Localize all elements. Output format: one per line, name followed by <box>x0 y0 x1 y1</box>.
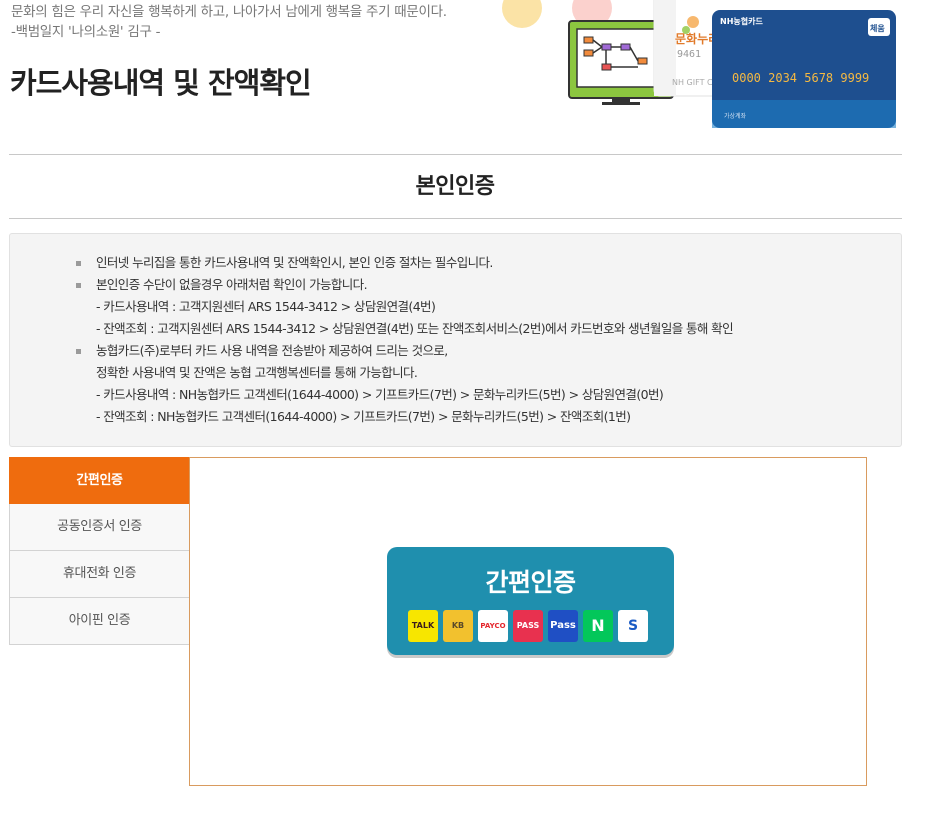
card-front: NH농협카드 체움 0000 2034 5678 9999 가상계좌 <box>712 0 896 128</box>
auth-panel: 간편인증 TALK KB PAYCO PASS Pass N S <box>189 457 867 786</box>
kakao-icon: TALK <box>408 610 438 642</box>
tab-ipin[interactable]: 아이핀 인증 <box>9 598 190 645</box>
bullet-icon <box>76 349 81 354</box>
notice-subline: 정확한 사용내역 및 잔액은 농협 고객행복센터를 통해 가능합니다. <box>96 365 418 380</box>
svg-text:0000 2034 5678 9999: 0000 2034 5678 9999 <box>732 71 869 85</box>
samsung-pass-icon: Pass <box>548 610 578 642</box>
notice-subline: - 카드사용내역 : NH농협카드 고객센터(1644-4000) > 기프트카… <box>96 387 664 402</box>
notice-item: 인터넷 누리집을 통한 카드사용내역 및 잔액확인시, 본인 인증 절차는 필수… <box>76 252 733 274</box>
simple-auth-button[interactable]: 간편인증 TALK KB PAYCO PASS Pass N S <box>387 547 674 655</box>
notice-box: 인터넷 누리집을 통한 카드사용내역 및 잔액확인시, 본인 인증 절차는 필수… <box>9 233 902 447</box>
divider-bottom <box>9 218 902 219</box>
hero-graphic: 문화누리 9461 NH GIFT CA NH농협카드 체움 0000 2034… <box>502 0 896 128</box>
pass-icon: PASS <box>513 610 543 642</box>
page-title: 카드사용내역 및 잔액확인 <box>10 66 312 100</box>
notice-list: 인터넷 누리집을 통한 카드사용내역 및 잔액확인시, 본인 인증 절차는 필수… <box>76 252 734 428</box>
notice-item-text: 인터넷 누리집을 통한 카드사용내역 및 잔액확인시, 본인 인증 절차는 필수… <box>96 255 493 270</box>
auth-method-tabs: 간편인증 공동인증서 인증 휴대전화 인증 아이핀 인증 <box>9 457 190 645</box>
svg-text:체움: 체움 <box>870 23 885 33</box>
svg-text:NH GIFT CA: NH GIFT CA <box>672 78 719 87</box>
kb-icon: KB <box>443 610 473 642</box>
section-title: 본인인증 <box>415 174 495 199</box>
bullet-icon <box>76 283 81 288</box>
quote-line-2: -백범일지 '나의소원' 김구 - <box>11 24 161 40</box>
tab-joint-certificate[interactable]: 공동인증서 인증 <box>9 504 190 551</box>
hero-illustration: 문화누리 9461 NH GIFT CA NH농협카드 체움 0000 2034… <box>500 0 932 130</box>
svg-text:가상계좌: 가상계좌 <box>724 112 747 120</box>
provider-icons: TALK KB PAYCO PASS Pass N S <box>408 610 648 642</box>
notice-subline: - 잔액조회 : 고객지원센터 ARS 1544-3412 > 상담원연결(4번… <box>96 321 734 336</box>
quote-line-1: 문화의 힘은 우리 자신을 행복하게 하고, 나아가서 남에게 행복을 주기 때… <box>11 4 447 20</box>
svg-text:9461: 9461 <box>677 49 701 60</box>
notice-item: 본인인증 수단이 없을경우 아래처럼 확인이 가능합니다. - 카드사용내역 :… <box>76 274 734 340</box>
notice-item-text: 농협카드(주)로부터 카드 사용 내역을 전송받아 제공하여 드리는 것으로, <box>96 343 448 358</box>
notice-item-text: 본인인증 수단이 없을경우 아래처럼 확인이 가능합니다. <box>96 277 368 292</box>
notice-item: 농협카드(주)로부터 카드 사용 내역을 전송받아 제공하여 드리는 것으로, … <box>76 340 733 428</box>
decor-circle-yellow <box>502 0 542 28</box>
page-quote: 문화의 힘은 우리 자신을 행복하게 하고, 나아가서 남에게 행복을 주기 때… <box>11 2 447 42</box>
bullet-icon <box>76 261 81 266</box>
divider-top <box>9 154 902 155</box>
notice-subline: - 잔액조회 : NH농협카드 고객센터(1644-4000) > 기프트카드(… <box>96 409 631 424</box>
simple-auth-button-label: 간편인증 <box>485 568 576 597</box>
notice-subline: - 카드사용내역 : 고객지원센터 ARS 1544-3412 > 상담원연결(… <box>96 299 436 314</box>
shinhan-icon: S <box>618 610 648 642</box>
svg-text:NH농협카드: NH농협카드 <box>720 16 763 26</box>
payco-icon: PAYCO <box>478 610 508 642</box>
tab-simple-auth[interactable]: 간편인증 <box>9 457 190 504</box>
naver-icon: N <box>583 610 613 642</box>
tab-mobile-phone[interactable]: 휴대전화 인증 <box>9 551 190 598</box>
